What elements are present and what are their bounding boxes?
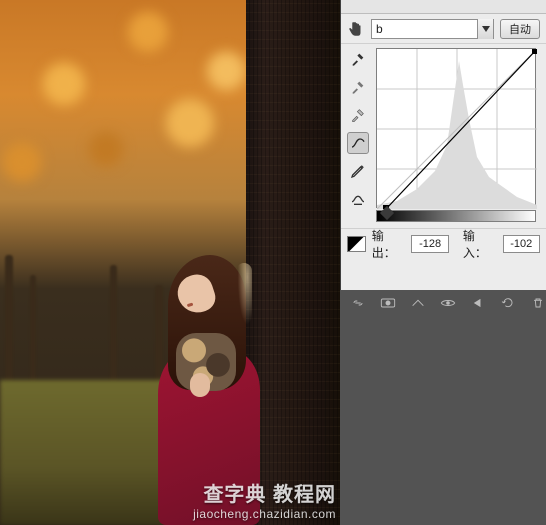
tree-trunk	[246, 0, 340, 525]
curve-point-white[interactable]	[532, 49, 537, 54]
channel-row: b 自动	[341, 14, 546, 44]
pencil-draw-icon[interactable]	[347, 160, 369, 182]
person	[150, 255, 260, 525]
output-value: -128	[419, 238, 441, 250]
curve-edit-icon[interactable]	[347, 132, 369, 154]
channel-select[interactable]: b	[371, 19, 494, 39]
output-value-field[interactable]: -128	[411, 235, 448, 253]
layer-footer-icons	[340, 290, 546, 310]
reset-icon[interactable]	[500, 296, 516, 310]
link-icon[interactable]	[350, 296, 366, 310]
channel-value: b	[376, 22, 383, 36]
input-value: -102	[510, 238, 532, 250]
output-ramp-icon	[347, 236, 366, 252]
foliage	[0, 0, 260, 240]
values-row: 输出： -128 输入： -102	[341, 229, 546, 259]
input-value-field[interactable]: -102	[503, 235, 540, 253]
prev-icon[interactable]	[470, 296, 486, 310]
input-gradient[interactable]	[376, 210, 536, 222]
curve-graph[interactable]	[376, 48, 536, 208]
smooth-icon[interactable]	[347, 188, 369, 210]
clip-icon[interactable]	[410, 296, 426, 310]
trash-icon[interactable]	[530, 296, 546, 310]
curves-panel: b 自动	[340, 0, 546, 290]
mask-icon[interactable]	[380, 296, 396, 310]
layers-panel-area	[340, 290, 546, 525]
curve-area	[341, 44, 546, 229]
canvas-photo: 查字典 教程网 jiaocheng.chazidian.com	[0, 0, 340, 525]
panel-header-strip	[341, 0, 546, 14]
input-label: 输入：	[463, 227, 497, 261]
auto-button[interactable]: 自动	[500, 19, 540, 39]
eyedropper-white-icon[interactable]	[347, 104, 369, 126]
curves-toolbar	[346, 48, 370, 222]
eyedropper-gray-icon[interactable]	[347, 76, 369, 98]
chevron-down-icon[interactable]	[477, 19, 493, 39]
target-adjust-icon[interactable]	[347, 20, 365, 38]
eyedropper-black-icon[interactable]	[347, 48, 369, 70]
output-label: 输出：	[372, 227, 406, 261]
curve-wrap	[376, 48, 541, 222]
histogram	[377, 61, 537, 209]
hand	[190, 373, 210, 397]
eye-icon[interactable]	[440, 296, 456, 310]
auto-label: 自动	[509, 21, 531, 37]
